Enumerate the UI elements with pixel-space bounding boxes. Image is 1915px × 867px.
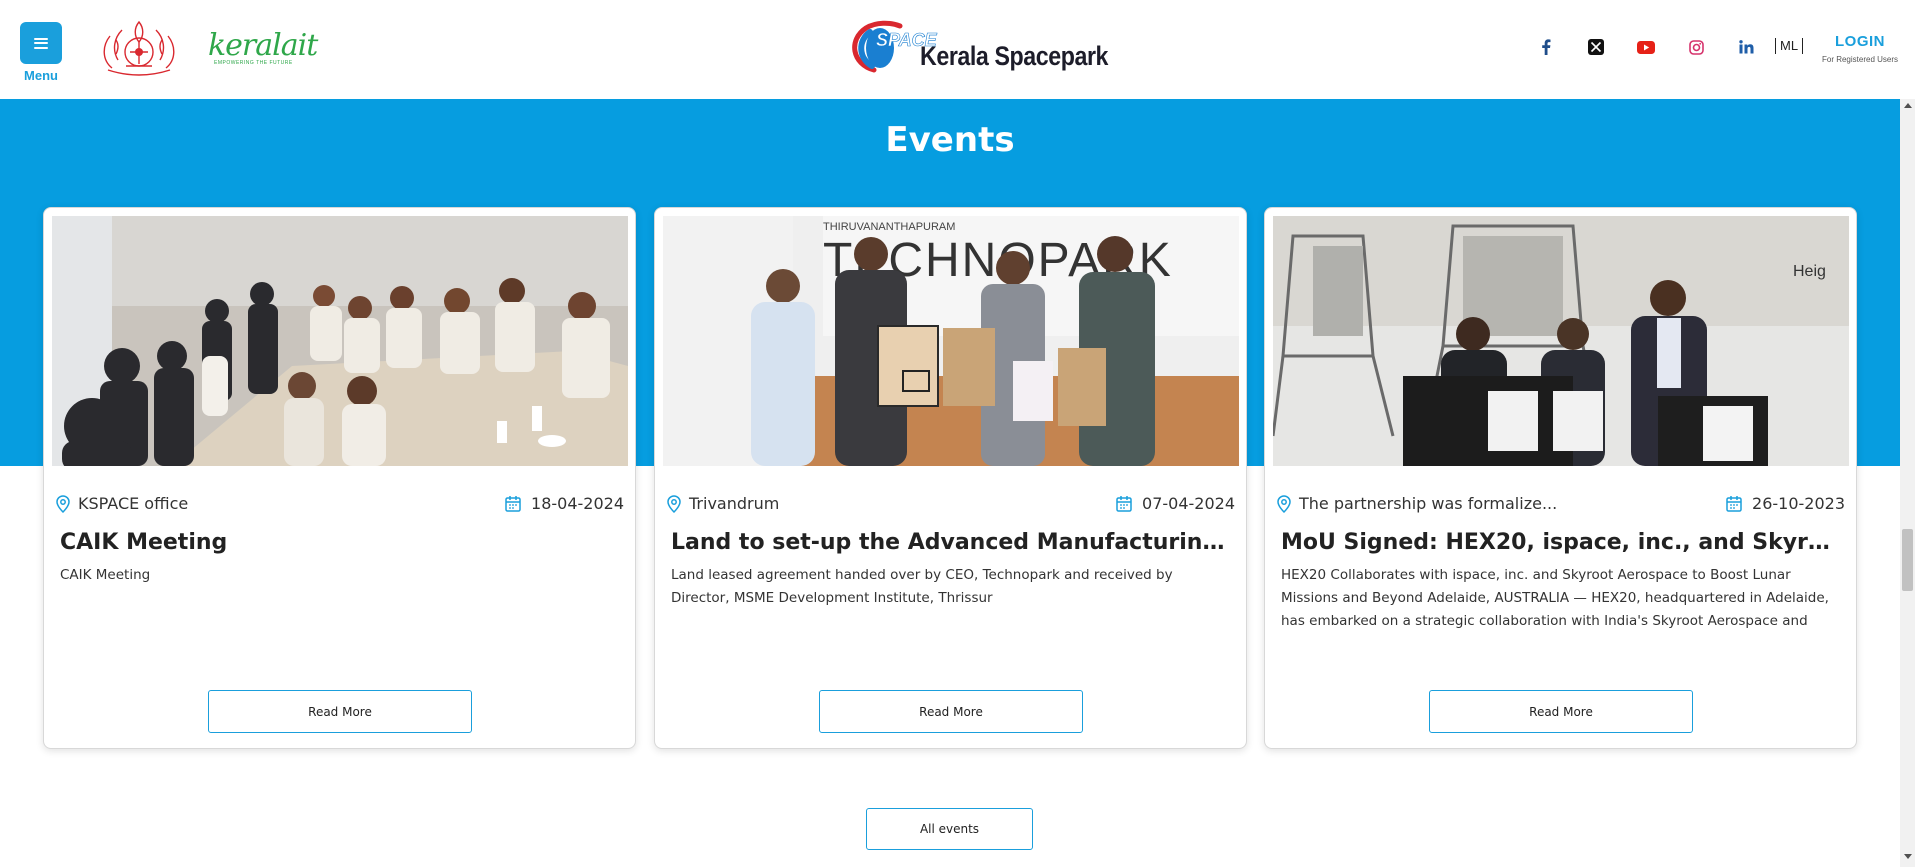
menu-button[interactable] xyxy=(20,22,62,64)
event-location: The partnership was formalize... xyxy=(1277,494,1557,513)
event-date-text: 07-04-2024 xyxy=(1142,494,1235,513)
read-more-button[interactable]: Read More xyxy=(1429,690,1693,733)
login-area[interactable]: LOGIN For Registered Users xyxy=(1820,33,1900,64)
menu-label[interactable]: Menu xyxy=(20,68,62,83)
event-title[interactable]: MoU Signed: HEX20, ispace, inc., and Sky… xyxy=(1281,530,1841,555)
svg-text:Heig: Heig xyxy=(1793,263,1826,280)
read-more-button[interactable]: Read More xyxy=(208,690,472,733)
location-pin-icon xyxy=(1277,494,1291,513)
event-meta: Trivandrum 07-04-2024 xyxy=(667,494,1235,514)
brand-logo[interactable]: SPACE Kerala Spacepark xyxy=(846,8,1109,78)
location-pin-icon xyxy=(667,494,681,513)
event-date-text: 18-04-2024 xyxy=(531,494,624,513)
event-meta: The partnership was formalize... 26-10-2… xyxy=(1277,494,1845,514)
events-section-title: Events xyxy=(885,120,1015,160)
event-date-text: 26-10-2023 xyxy=(1752,494,1845,513)
page-scrollbar[interactable] xyxy=(1900,99,1915,867)
facebook-icon[interactable] xyxy=(1535,36,1557,58)
event-photo-mou-signing[interactable]: Heig xyxy=(1273,216,1849,466)
scrollbar-thumb[interactable] xyxy=(1902,529,1913,591)
kerala-it-tagline: EMPOWERING THE FUTURE xyxy=(214,60,293,66)
scroll-down-arrow-icon[interactable] xyxy=(1904,854,1912,859)
linkedin-icon[interactable] xyxy=(1735,36,1757,58)
login-sublabel: For Registered Users xyxy=(1821,55,1899,64)
event-card: TECHNOPARK THIRUVANANTHAPURAM Trivandrum… xyxy=(654,207,1247,749)
event-title[interactable]: CAIK Meeting xyxy=(60,530,620,555)
event-date: 18-04-2024 xyxy=(505,494,624,513)
calendar-icon xyxy=(1726,496,1742,512)
youtube-icon[interactable] xyxy=(1635,36,1657,58)
event-photo-meeting[interactable] xyxy=(52,216,628,466)
kerala-it-wordmark: keralait xyxy=(208,28,318,63)
scroll-up-arrow-icon[interactable] xyxy=(1904,103,1912,108)
read-more-button[interactable]: Read More xyxy=(819,690,1083,733)
event-description: Land leased agreement handed over by CEO… xyxy=(671,567,1173,606)
event-location-text: The partnership was formalize... xyxy=(1299,494,1558,513)
site-header: Menu keralait EMPOWERING THE FUTURE SPAC… xyxy=(0,0,1915,99)
language-toggle[interactable]: ML xyxy=(1775,38,1804,54)
calendar-icon xyxy=(505,496,521,512)
event-date: 07-04-2024 xyxy=(1116,494,1235,513)
location-pin-icon xyxy=(56,494,70,513)
kerala-emblem-logo[interactable] xyxy=(94,16,184,78)
event-description: CAIK Meeting xyxy=(60,567,151,583)
event-card: Heig The partnership was formalize... 26… xyxy=(1264,207,1857,749)
x-twitter-icon[interactable] xyxy=(1585,36,1607,58)
kerala-it-logo[interactable]: keralait EMPOWERING THE FUTURE xyxy=(208,26,318,70)
event-photo-agreement[interactable]: TECHNOPARK THIRUVANANTHAPURAM xyxy=(663,216,1239,466)
event-title[interactable]: Land to set-up the Advanced Manufacturin… xyxy=(671,530,1231,555)
all-events-button[interactable]: All events xyxy=(866,808,1033,850)
event-date: 26-10-2023 xyxy=(1726,494,1845,513)
event-meta: KSPACE office 18-04-2024 xyxy=(56,494,624,514)
instagram-icon[interactable] xyxy=(1685,36,1707,58)
event-location-text: Trivandrum xyxy=(689,494,780,513)
login-button[interactable]: LOGIN xyxy=(1820,33,1900,50)
event-description: HEX20 Collaborates with ispace, inc. and… xyxy=(1281,567,1829,629)
event-card: KSPACE office 18-04-2024 CAIK Meeting CA… xyxy=(43,207,636,749)
event-location-text: KSPACE office xyxy=(78,494,189,513)
calendar-icon xyxy=(1116,496,1132,512)
hamburger-icon xyxy=(34,37,48,49)
svg-text:THIRUVANANTHAPURAM: THIRUVANANTHAPURAM xyxy=(823,221,955,233)
event-location: KSPACE office xyxy=(56,494,188,513)
event-location: Trivandrum xyxy=(667,494,779,513)
brand-name: Kerala Spacepark xyxy=(920,41,1109,71)
